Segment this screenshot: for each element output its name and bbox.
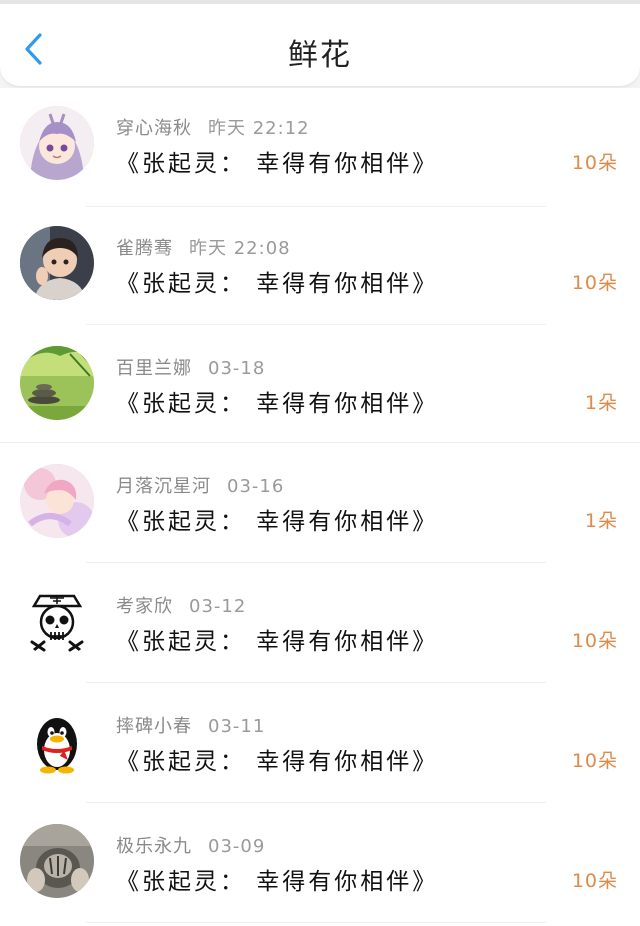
divider <box>86 802 546 803</box>
sender-name: 月落沉星河 <box>116 476 211 497</box>
divider <box>0 442 640 443</box>
sender-meta: 摔碑小春 03-11 <box>116 712 265 738</box>
sender-name: 摔碑小春 <box>116 716 192 737</box>
book-title: 《张起灵： 幸得有你相伴》 <box>116 749 439 775</box>
avatar <box>20 226 94 300</box>
timestamp: 03-09 <box>208 836 266 857</box>
flower-count: 10朵 <box>571 272 618 294</box>
list-item[interactable]: 雀腾骞 昨天 22:08 《张起灵： 幸得有你相伴》 10朵 <box>0 208 640 328</box>
list-item[interactable]: 摔碑小春 03-11 《张起灵： 幸得有你相伴》 10朵 <box>0 686 640 806</box>
list-item[interactable]: 穿心海秋 昨天 22:12 《张起灵： 幸得有你相伴》 10朵 <box>0 88 640 208</box>
avatar <box>20 464 94 538</box>
sender-meta: 百里兰娜 03-18 <box>116 354 265 380</box>
sender-meta: 考家欣 03-12 <box>116 592 246 618</box>
sender-meta: 极乐永九 03-09 <box>116 832 265 858</box>
list-item[interactable]: 极乐永九 03-09 《张起灵： 幸得有你相伴》 10朵 <box>0 806 640 926</box>
flower-count: 1朵 <box>584 510 618 532</box>
divider <box>86 682 546 683</box>
timestamp: 03-16 <box>227 476 285 497</box>
book-title: 《张起灵： 幸得有你相伴》 <box>116 391 439 417</box>
sender-name: 考家欣 <box>116 596 173 617</box>
page-title: 鲜花 <box>288 38 352 73</box>
flower-gift-list: 穿心海秋 昨天 22:12 《张起灵： 幸得有你相伴》 10朵 雀腾骞 昨天 22:… <box>0 88 640 926</box>
list-item[interactable]: 月落沉星河 03-16 《张起灵： 幸得有你相伴》 1朵 <box>0 446 640 566</box>
timestamp: 03-12 <box>189 596 247 617</box>
divider <box>86 324 546 325</box>
divider <box>86 922 546 923</box>
avatar <box>20 824 94 898</box>
list-item[interactable]: 考家欣 03-12 《张起灵： 幸得有你相伴》 10朵 <box>0 566 640 686</box>
timestamp: 昨天 22:08 <box>189 238 291 259</box>
sender-meta: 穿心海秋 昨天 22:12 <box>116 114 310 140</box>
sender-name: 穿心海秋 <box>116 118 192 139</box>
avatar <box>20 106 94 180</box>
avatar <box>20 584 94 658</box>
list-item[interactable]: 百里兰娜 03-18 《张起灵： 幸得有你相伴》 1朵 <box>0 328 640 448</box>
book-title: 《张起灵： 幸得有你相伴》 <box>116 509 439 535</box>
flower-count: 10朵 <box>571 630 618 652</box>
nav-header: 鲜花 <box>0 0 640 87</box>
timestamp: 昨天 22:12 <box>208 118 310 139</box>
flower-count: 10朵 <box>571 152 618 174</box>
timestamp: 03-18 <box>208 358 266 379</box>
avatar <box>20 704 94 778</box>
book-title: 《张起灵： 幸得有你相伴》 <box>116 271 439 297</box>
book-title: 《张起灵： 幸得有你相伴》 <box>116 151 439 177</box>
flower-count: 10朵 <box>571 870 618 892</box>
flower-count: 1朵 <box>584 392 618 414</box>
sender-name: 百里兰娜 <box>116 358 192 379</box>
timestamp: 03-11 <box>208 716 266 737</box>
status-strip <box>0 0 640 4</box>
avatar <box>20 346 94 420</box>
sender-meta: 雀腾骞 昨天 22:08 <box>116 234 291 260</box>
sender-name: 雀腾骞 <box>116 238 173 259</box>
flower-count: 10朵 <box>571 750 618 772</box>
book-title: 《张起灵： 幸得有你相伴》 <box>116 629 439 655</box>
sender-meta: 月落沉星河 03-16 <box>116 472 284 498</box>
sender-name: 极乐永九 <box>116 836 192 857</box>
divider <box>86 206 546 207</box>
book-title: 《张起灵： 幸得有你相伴》 <box>116 869 439 895</box>
divider <box>86 562 546 563</box>
